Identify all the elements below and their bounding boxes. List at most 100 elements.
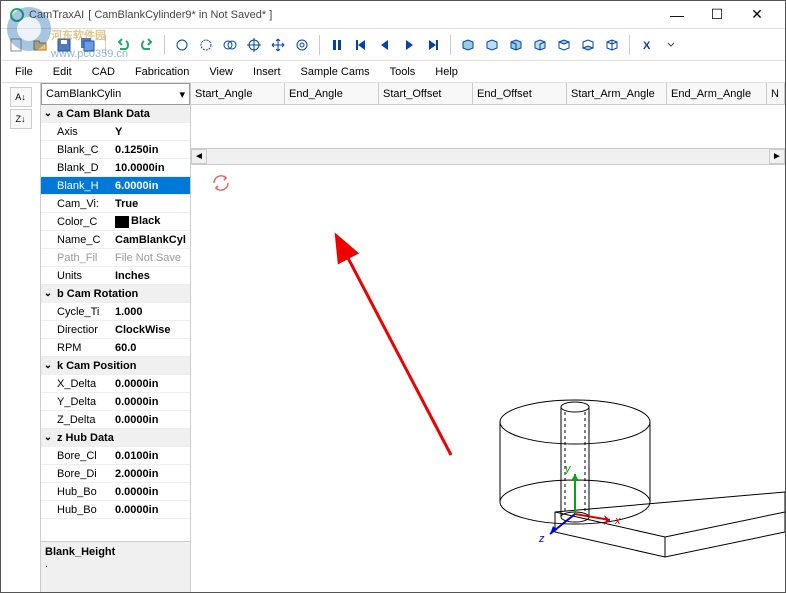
save-all-icon[interactable] xyxy=(77,34,99,56)
prop-name-c[interactable]: Name_CCamBlankCyl xyxy=(41,231,190,249)
menu-file[interactable]: File xyxy=(7,64,41,80)
prop-path-fil[interactable]: Path_FilFile Not Save xyxy=(41,249,190,267)
col-end-angle[interactable]: End_Angle xyxy=(285,83,379,104)
close-button[interactable]: ✕ xyxy=(737,3,777,27)
scroll-right-icon[interactable]: ► xyxy=(769,149,785,164)
prop-rpm[interactable]: RPM60.0 xyxy=(41,339,190,357)
rail: A↓ Z↓ xyxy=(1,83,41,592)
property-help: Blank_Height . xyxy=(41,542,190,592)
prop-bore-di[interactable]: Bore_Di2.0000in xyxy=(41,465,190,483)
toolbar: X xyxy=(1,29,785,61)
minimize-button[interactable]: — xyxy=(657,3,697,27)
cube-bottom-icon[interactable] xyxy=(577,34,599,56)
cam-blank-model: x y z xyxy=(385,332,785,592)
move-icon[interactable] xyxy=(267,34,289,56)
collapse-icon[interactable]: ⌄ xyxy=(41,108,55,119)
menu-insert[interactable]: Insert xyxy=(245,64,289,80)
col-start-arm-angle[interactable]: Start_Arm_Angle xyxy=(567,83,667,104)
svg-text:X: X xyxy=(643,40,651,52)
col-start-offset[interactable]: Start_Offset xyxy=(379,83,473,104)
open-icon[interactable] xyxy=(29,34,51,56)
refresh-icon[interactable] xyxy=(211,173,231,193)
prop-hub-bo1[interactable]: Hub_Bo0.0000in xyxy=(41,483,190,501)
object-selector[interactable]: CamBlankCylin ▾ xyxy=(41,83,190,105)
menu-view[interactable]: View xyxy=(201,64,241,80)
scroll-track[interactable] xyxy=(207,149,769,164)
menu-edit[interactable]: Edit xyxy=(45,64,80,80)
cube-iso-icon[interactable] xyxy=(601,34,623,56)
menu-fabrication[interactable]: Fabrication xyxy=(127,64,197,80)
collapse-icon[interactable]: ⌄ xyxy=(41,288,55,299)
col-end-offset[interactable]: End_Offset xyxy=(473,83,567,104)
prop-section-header[interactable]: ⌄a Cam Blank Data xyxy=(41,105,190,123)
ring-icon[interactable] xyxy=(291,34,313,56)
cube-back-icon[interactable] xyxy=(481,34,503,56)
prop-x-delta[interactable]: X_Delta0.0000in xyxy=(41,375,190,393)
main-area: A↓ Z↓ CamBlankCylin ▾ ⌄a Cam Blank Data … xyxy=(1,83,785,592)
prop-blank-c[interactable]: Blank_C0.1250in xyxy=(41,141,190,159)
sort-az-icon[interactable]: A↓ xyxy=(10,87,32,107)
prop-hub-bo2[interactable]: Hub_Bo0.0000in xyxy=(41,501,190,519)
prop-blank-d[interactable]: Blank_D10.0000in xyxy=(41,159,190,177)
table-body[interactable]: ◄ ► xyxy=(191,105,785,165)
prop-z-delta[interactable]: Z_Delta0.0000in xyxy=(41,411,190,429)
prop-units[interactable]: UnitsInches xyxy=(41,267,190,285)
menu-help[interactable]: Help xyxy=(427,64,466,80)
toolbar-separator xyxy=(319,35,320,55)
axis-y-label: y xyxy=(564,463,572,475)
prop-blank-h[interactable]: Blank_H6.0000in xyxy=(41,177,190,195)
undo-icon[interactable] xyxy=(112,34,134,56)
property-grid[interactable]: ⌄a Cam Blank Data AxisY Blank_C0.1250in … xyxy=(41,105,190,542)
prop-section-header[interactable]: ⌄z Hub Data xyxy=(41,429,190,447)
menu-cad[interactable]: CAD xyxy=(84,64,123,80)
menu-sample-cams[interactable]: Sample Cams xyxy=(293,64,378,80)
new-file-icon[interactable] xyxy=(5,34,27,56)
doc-name: [ CamBlankCylinder9* in Not Saved* ] xyxy=(88,9,272,21)
property-help-desc: . xyxy=(45,558,186,570)
save-icon[interactable] xyxy=(53,34,75,56)
menu-tools[interactable]: Tools xyxy=(382,64,424,80)
col-end-arm-angle[interactable]: End_Arm_Angle xyxy=(667,83,767,104)
col-n[interactable]: N xyxy=(767,83,785,104)
chevron-down-icon[interactable] xyxy=(660,34,682,56)
cube-right-icon[interactable] xyxy=(529,34,551,56)
circle-icon[interactable] xyxy=(171,34,193,56)
prop-cycle-ti[interactable]: Cycle_Ti1.000 xyxy=(41,303,190,321)
prop-section-header[interactable]: ⌄k Cam Position xyxy=(41,357,190,375)
target-icon[interactable] xyxy=(243,34,265,56)
property-panel: CamBlankCylin ▾ ⌄a Cam Blank Data AxisY … xyxy=(41,83,191,592)
double-circle-icon[interactable] xyxy=(219,34,241,56)
property-help-title: Blank_Height xyxy=(45,546,186,558)
cube-top-icon[interactable] xyxy=(553,34,575,56)
skip-end-icon[interactable] xyxy=(422,34,444,56)
cube-front-icon[interactable] xyxy=(457,34,479,56)
toolbar-separator xyxy=(450,35,451,55)
prop-cam-vi[interactable]: Cam_Vi:True xyxy=(41,195,190,213)
cube-left-icon[interactable] xyxy=(505,34,527,56)
scroll-left-icon[interactable]: ◄ xyxy=(191,149,207,164)
prop-direction[interactable]: DirectiorClockWise xyxy=(41,321,190,339)
next-icon[interactable] xyxy=(398,34,420,56)
prop-axis[interactable]: AxisY xyxy=(41,123,190,141)
right-area: Start_Angle End_Angle Start_Offset End_O… xyxy=(191,83,785,592)
prev-icon[interactable] xyxy=(374,34,396,56)
sort-za-icon[interactable]: Z↓ xyxy=(10,109,32,129)
viewport-3d[interactable]: x y z xyxy=(191,165,785,592)
pause-icon[interactable] xyxy=(326,34,348,56)
app-icon xyxy=(9,7,25,23)
prop-section-header[interactable]: ⌄b Cam Rotation xyxy=(41,285,190,303)
prop-bore-ch[interactable]: Bore_Cl0.0100in xyxy=(41,447,190,465)
gear-icon[interactable] xyxy=(195,34,217,56)
prop-color-c[interactable]: Color_CBlack xyxy=(41,213,190,231)
col-start-angle[interactable]: Start_Angle xyxy=(191,83,285,104)
horizontal-scrollbar[interactable]: ◄ ► xyxy=(191,148,785,164)
collapse-icon[interactable]: ⌄ xyxy=(41,432,55,443)
collapse-icon[interactable]: ⌄ xyxy=(41,360,55,371)
maximize-button[interactable]: ☐ xyxy=(697,3,737,27)
axis-x-icon[interactable]: X xyxy=(636,34,658,56)
prop-y-delta[interactable]: Y_Delta0.0000in xyxy=(41,393,190,411)
skip-start-icon[interactable] xyxy=(350,34,372,56)
redo-icon[interactable] xyxy=(136,34,158,56)
titlebar: CamTraxAI [ CamBlankCylinder9* in Not Sa… xyxy=(1,1,785,29)
chevron-down-icon: ▾ xyxy=(179,88,185,101)
